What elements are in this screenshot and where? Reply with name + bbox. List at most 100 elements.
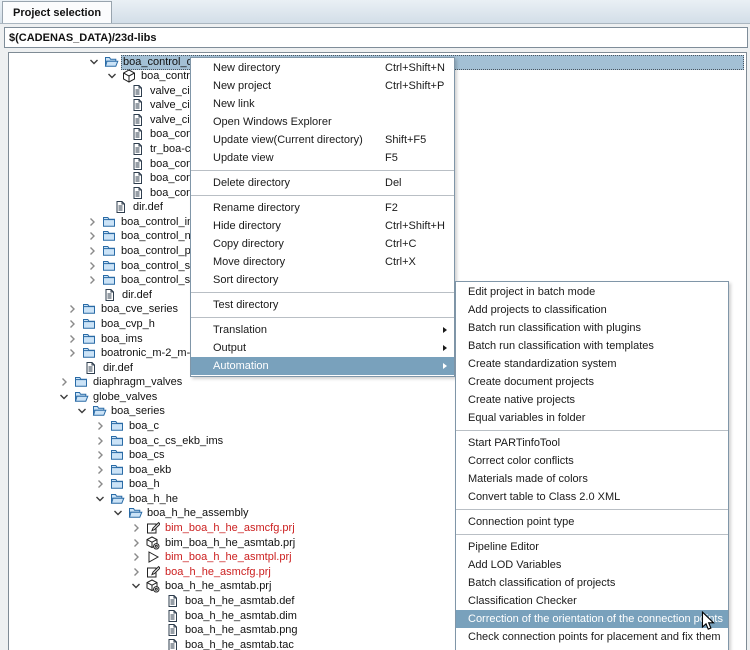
menu-item-create-standardization-system[interactable]: Create standardization system — [456, 355, 728, 373]
menu-item-label: Batch run classification with plugins — [468, 322, 641, 334]
menu-item-start-partinfotool[interactable]: Start PARTinfoTool — [456, 434, 728, 452]
tree-item-label: boa_c_cs_ekb_ims — [127, 434, 225, 449]
menu-item-batch-classification-of-projects[interactable]: Batch classification of projects — [456, 574, 728, 592]
menu-item-automation[interactable]: Automation — [191, 357, 454, 375]
automation-submenu: Edit project in batch mode Add projects t… — [455, 281, 729, 650]
menu-item-label: Equal variables in folder — [468, 412, 585, 424]
menu-item-hide-directory[interactable]: Hide directoryCtrl+Shift+H — [191, 217, 454, 235]
tree-item-label: boa_h_he_asmtab.def — [183, 594, 296, 609]
menu-item-label: Pipeline Editor — [468, 541, 539, 553]
menu-item-label: Correct color conflicts — [468, 455, 574, 467]
menu-item-move-directory[interactable]: Move directory Ctrl+X — [191, 253, 454, 271]
path-input[interactable] — [4, 27, 748, 48]
menu-item-edit-project-in-batch-mode[interactable]: Edit project in batch mode — [456, 283, 728, 301]
arrow-cursor — [701, 611, 715, 637]
tree-item-label: dir.def — [120, 288, 154, 303]
menu-item-correction-of-the-orientation-of-the-connection-points[interactable]: Correction of the orientation of the con… — [456, 610, 728, 628]
menu-item-materials-made-of-colors[interactable]: Materials made of colors — [456, 470, 728, 488]
tree-item-label: boa_series — [109, 404, 167, 419]
menu-separator — [191, 317, 454, 318]
menu-item-update-view[interactable]: Update viewF5 — [191, 149, 454, 167]
menu-item-label: Sort directory — [213, 274, 278, 286]
tab-label: Project selection — [13, 7, 101, 19]
menu-item-check-connection-points-for-placement-and-fix-them[interactable]: Check connection points for placement an… — [456, 628, 728, 646]
tree-item-label: dir.def — [101, 361, 135, 376]
tree-item-label: boa_ekb — [127, 463, 173, 478]
menu-item-label: Output — [213, 342, 246, 354]
menu-separator — [456, 509, 728, 510]
menu-item-shortcut: Del — [385, 174, 402, 192]
tree-item-label: bim_boa_h_he_asmtpl.prj — [163, 550, 294, 565]
menu-item-shortcut: Ctrl+Shift+N — [385, 59, 445, 77]
menu-item-shortcut: Shift+F5 — [385, 131, 426, 149]
menu-item-new-directory[interactable]: New directory Ctrl+Shift+N — [191, 59, 454, 77]
menu-item-label: Correction of the orientation of the con… — [468, 613, 723, 625]
menu-separator — [191, 195, 454, 196]
menu-item-convert-table-to-class-2-0-xml[interactable]: Convert table to Class 2.0 XML — [456, 488, 728, 506]
menu-item-label: Open Windows Explorer — [213, 116, 332, 128]
menu-item-label: Classification Checker — [468, 595, 577, 607]
menu-item-label: Test directory — [213, 299, 278, 311]
menu-item-label: Add projects to classification — [468, 304, 607, 316]
menu-item-label: Update view(Current directory) — [213, 134, 363, 146]
tree-item-label: boa_h_he_asmcfg.prj — [163, 565, 273, 580]
tree-item-label: boa_cs — [127, 448, 166, 463]
menu-item-output[interactable]: Output — [191, 339, 454, 357]
menu-item-batch-run-classification-with-plugins[interactable]: Batch run classification with plugins — [456, 319, 728, 337]
tree-item-label: boa_c — [127, 419, 161, 434]
menu-item-label: Batch run classification with templates — [468, 340, 654, 352]
tree-item-label: boa_h — [127, 477, 162, 492]
tree-item-label: globe_valves — [91, 390, 159, 405]
tree-item-label: dir.def — [131, 200, 165, 215]
menu-item-create-document-projects[interactable]: Create document projects — [456, 373, 728, 391]
menu-item-batch-run-classification-with-templates[interactable]: Batch run classification with templates — [456, 337, 728, 355]
menu-item-pipeline-editor[interactable]: Pipeline Editor — [456, 538, 728, 556]
menu-item-rename-directory[interactable]: Rename directoryF2 — [191, 199, 454, 217]
tree-item-label: boatronic_m-2_m-42 — [99, 346, 205, 361]
menu-item-label: Delete directory — [213, 177, 290, 189]
tree-item-label: boa_cvp_h — [99, 317, 157, 332]
menu-item-shortcut: F5 — [385, 149, 398, 167]
tree-item-label: boa_cve_series — [99, 302, 180, 317]
menu-item-label: New link — [213, 98, 255, 110]
partadmin-window: { "ui_colors": { "selection_bar": "#a3c0… — [0, 0, 750, 650]
menu-item-label: Copy directory — [213, 238, 284, 250]
menu-item-add-lod-variables[interactable]: Add LOD Variables — [456, 556, 728, 574]
menu-item-label: New directory — [213, 62, 280, 74]
menu-item-classification-checker[interactable]: Classification Checker — [456, 592, 728, 610]
menu-item-add-projects-to-classification[interactable]: Add projects to classification — [456, 301, 728, 319]
menu-item-copy-directory[interactable]: Copy directoryCtrl+C — [191, 235, 454, 253]
menu-item-label: Convert table to Class 2.0 XML — [468, 491, 620, 503]
menu-item-delete-directory[interactable]: Delete directory Del — [191, 174, 454, 192]
doc-icon — [166, 638, 179, 650]
tree-item-label: bim_boa_h_he_asmtab.prj — [163, 536, 297, 551]
menu-separator — [456, 430, 728, 431]
menu-item-set-endoflife[interactable]: Set EndOfLife — [456, 646, 728, 650]
submenu-arrow-icon — [443, 363, 447, 369]
menu-item-connection-point-type[interactable]: Connection point type — [456, 513, 728, 531]
tree-item-label: boa_control_pic — [119, 244, 201, 259]
tree-item-label: boa_h_he_asmtab.tac — [183, 638, 296, 650]
menu-item-translation[interactable]: Translation — [191, 321, 454, 339]
menu-item-update-view-current-directory[interactable]: Update view(Current directory) Shift+F5 — [191, 131, 454, 149]
menu-item-label: Move directory — [213, 256, 285, 268]
menu-item-shortcut: Ctrl+X — [385, 253, 416, 271]
tree-item-label: boa_ims — [99, 332, 145, 347]
tab-project-selection[interactable]: Project selection — [2, 1, 112, 23]
menu-item-equal-variables-in-folder[interactable]: Equal variables in folder — [456, 409, 728, 427]
menu-item-sort-directory[interactable]: Sort directory — [191, 271, 454, 289]
menu-item-label: Rename directory — [213, 202, 300, 214]
menu-item-correct-color-conflicts[interactable]: Correct color conflicts — [456, 452, 728, 470]
menu-item-open-windows-explorer[interactable]: Open Windows Explorer — [191, 113, 454, 131]
menu-item-new-link[interactable]: New link — [191, 95, 454, 113]
menu-item-label: Hide directory — [213, 220, 281, 232]
submenu-arrow-icon — [443, 327, 447, 333]
menu-item-label: Check connection points for placement an… — [468, 631, 721, 643]
tab-strip: Project selection — [0, 0, 750, 24]
menu-item-create-native-projects[interactable]: Create native projects — [456, 391, 728, 409]
tree-item-label: bim_boa_h_he_asmcfg.prj — [163, 521, 297, 536]
menu-item-test-directory[interactable]: Test directory — [191, 296, 454, 314]
menu-separator — [191, 170, 454, 171]
menu-item-new-project[interactable]: New projectCtrl+Shift+P — [191, 77, 454, 95]
menu-item-label: Create native projects — [468, 394, 575, 406]
